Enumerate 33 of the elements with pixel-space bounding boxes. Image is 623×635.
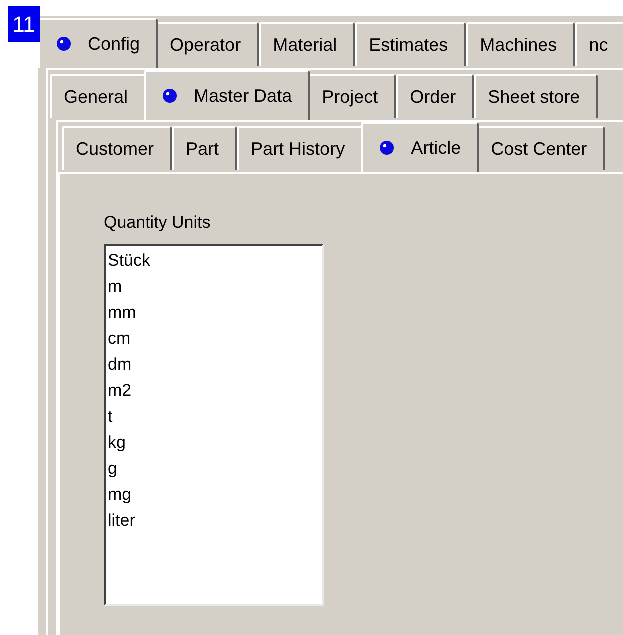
tab[interactable]: Material	[259, 22, 356, 66]
tab[interactable]: General	[50, 74, 146, 118]
bullet-icon	[379, 140, 396, 156]
tab[interactable]: Sheet store	[474, 74, 598, 118]
list-item[interactable]: mm	[108, 300, 322, 326]
list-item[interactable]: kg	[108, 430, 322, 456]
list-item[interactable]: liter	[108, 508, 322, 534]
list-item[interactable]: m2	[108, 378, 322, 404]
bullet-icon	[56, 36, 72, 52]
list-item[interactable]: dm	[108, 352, 322, 378]
list-item[interactable]: Stück	[108, 248, 322, 274]
tab[interactable]: Estimates	[355, 22, 466, 66]
tab[interactable]: Part History	[237, 126, 364, 170]
tab[interactable]: Operator	[156, 22, 260, 66]
tab[interactable]: Config	[38, 18, 158, 68]
list-item[interactable]: t	[108, 404, 322, 430]
tab[interactable]: Order	[396, 74, 474, 118]
list-item[interactable]: mg	[108, 482, 322, 508]
tab[interactable]: Master Data	[144, 70, 310, 120]
tab[interactable]: Customer	[62, 126, 172, 170]
bullet-icon	[162, 88, 178, 104]
field-label: Quantity Units	[104, 212, 212, 234]
tab[interactable]: Part	[172, 126, 238, 170]
list-item[interactable]: m	[108, 274, 322, 300]
tab[interactable]: Article	[361, 122, 480, 172]
step-badge: 11	[8, 6, 40, 42]
list-item[interactable]: g	[108, 456, 322, 482]
tab[interactable]: Project	[308, 74, 396, 118]
tab[interactable]: nc	[575, 22, 623, 66]
tab[interactable]: Cost Center	[477, 126, 606, 170]
tab[interactable]: Machines	[466, 22, 576, 66]
units-listbox[interactable]: Stück m mm cm dm m2 t kg g mg liter	[104, 244, 324, 606]
list-item[interactable]: cm	[108, 326, 322, 352]
